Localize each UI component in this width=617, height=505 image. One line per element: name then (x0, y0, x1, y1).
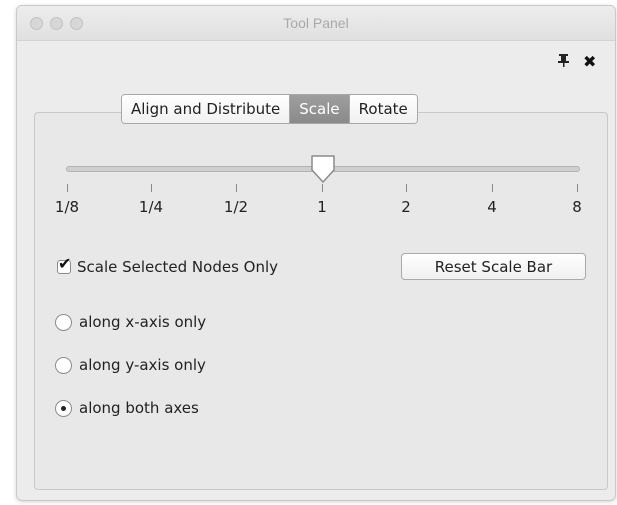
tab-scale[interactable]: Scale (290, 95, 350, 123)
tab-bar: Align and Distribute Scale Rotate (121, 94, 418, 124)
checkmark-icon: ✔ (58, 254, 72, 273)
reset-scale-bar-button[interactable]: Reset Scale Bar (401, 253, 586, 280)
slider-tick-label: 1/8 (54, 198, 80, 216)
scale-selected-nodes-checkbox[interactable]: ✔ (57, 255, 71, 274)
slider-tick-label: 4 (487, 198, 497, 216)
radio-label: along both axes (79, 399, 199, 417)
slider-tick-label: 1 (317, 198, 327, 216)
slider-tick (67, 184, 68, 192)
radio-label: along x-axis only (79, 313, 207, 331)
close-icon[interactable]: ✖ (583, 52, 596, 71)
radio-button[interactable] (55, 313, 72, 331)
slider-tick-label: 1/4 (138, 198, 164, 216)
checkbox-label: Scale Selected Nodes Only (77, 258, 279, 276)
radio-along-x-axis[interactable]: along x-axis only (55, 313, 206, 331)
tool-panel-window: Tool Panel ✖ Align and Distribute Scale … (16, 5, 616, 501)
radio-selected-dot (61, 405, 66, 411)
slider-tick (577, 184, 578, 192)
radio-button[interactable] (55, 356, 72, 374)
scale-slider-thumb[interactable] (310, 154, 336, 184)
slider-tick-label: 8 (572, 198, 582, 216)
slider-tick-label: 2 (401, 198, 411, 216)
slider-tick (236, 184, 237, 192)
slider-tick (492, 184, 493, 192)
radio-label: along y-axis only (79, 356, 206, 374)
radio-along-y-axis[interactable]: along y-axis only (55, 356, 206, 374)
slider-tick-label: 1/2 (223, 198, 249, 216)
title-bar[interactable]: Tool Panel (17, 6, 615, 41)
tab-rotate[interactable]: Rotate (349, 95, 417, 123)
pin-icon[interactable] (558, 54, 569, 71)
radio-along-both-axes[interactable]: along both axes (55, 399, 199, 417)
scale-selected-nodes-checkbox-row[interactable]: ✔ Scale Selected Nodes Only (57, 255, 279, 276)
tab-align-and-distribute[interactable]: Align and Distribute (122, 95, 291, 123)
slider-tick (322, 184, 323, 192)
window-title: Tool Panel (283, 15, 349, 31)
slider-tick (151, 184, 152, 192)
slider-tick (406, 184, 407, 192)
radio-button-selected[interactable] (55, 399, 72, 417)
